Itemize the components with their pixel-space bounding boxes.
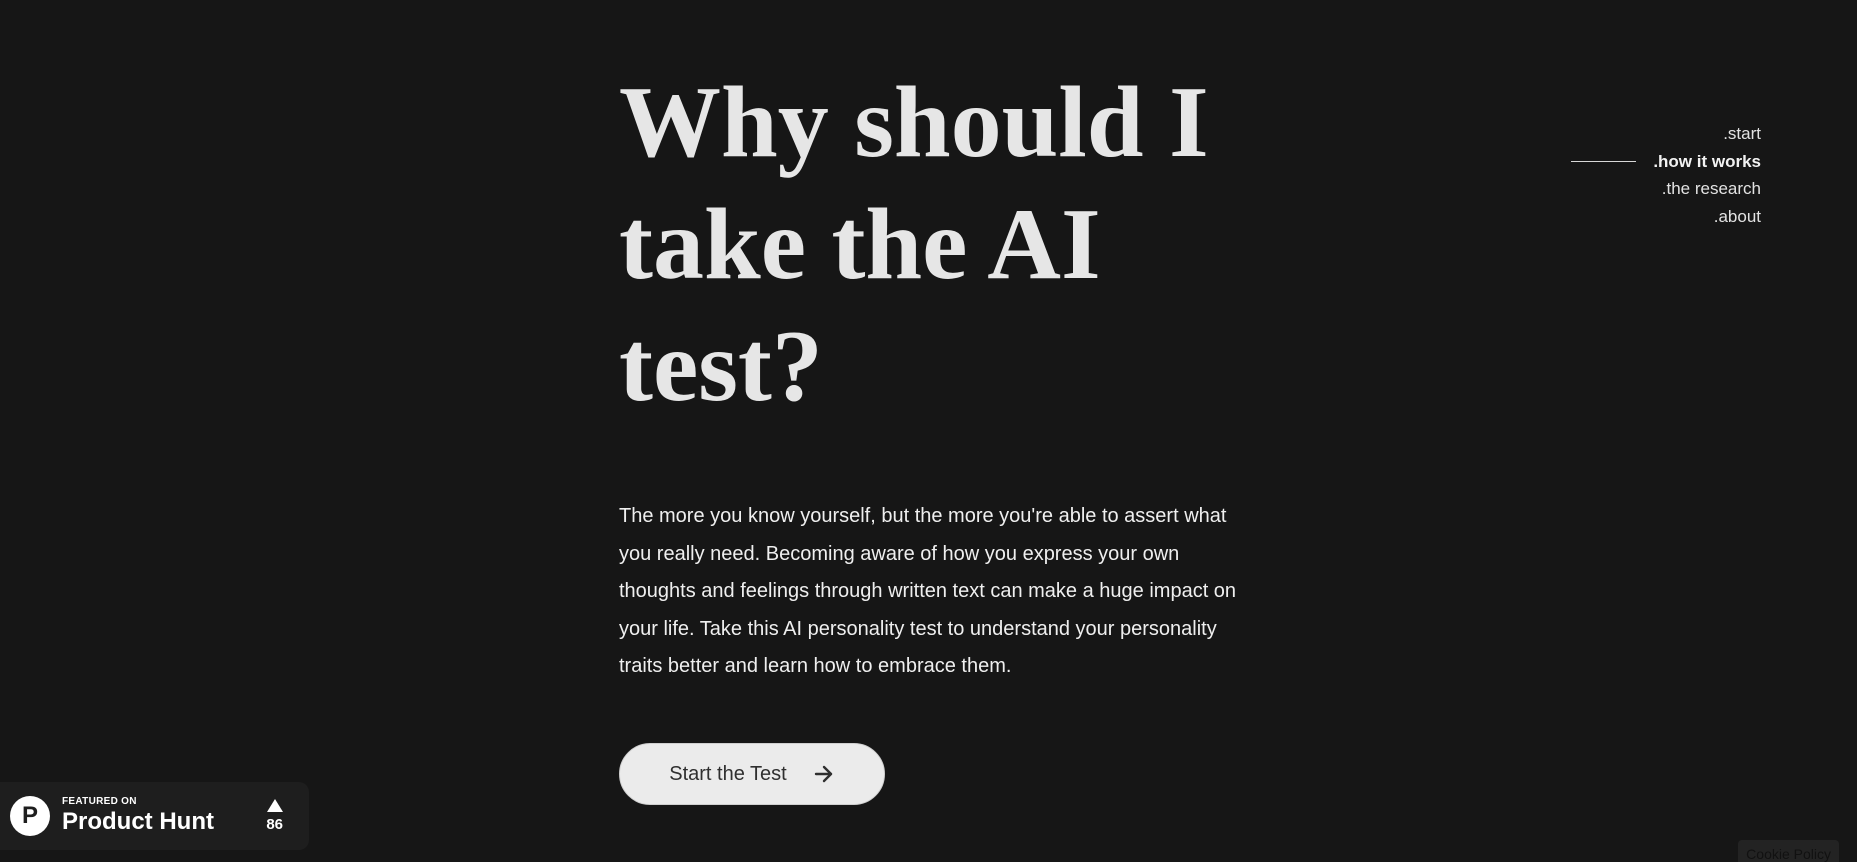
product-hunt-text: FEATURED ON Product Hunt [62,796,214,836]
product-hunt-vote-count: 86 [266,816,283,833]
nav-item-start[interactable]: .start [1653,120,1761,148]
intro-paragraph: The more you know yourself, but the more… [619,505,1237,677]
nav-item-about[interactable]: .about [1653,203,1761,231]
upvote-triangle-icon [266,799,283,812]
product-hunt-featured-label: FEATURED ON [62,796,137,807]
product-hunt-badge[interactable]: P FEATURED ON Product Hunt 86 [0,782,309,850]
nav-item-how-it-works-label: .how it works [1653,151,1761,171]
start-test-label: Start the Test [669,762,787,785]
product-hunt-votes: 86 [266,799,283,833]
active-indicator-line [1571,161,1636,163]
section-nav: .start .how it works .the research .abou… [1571,120,1761,231]
page-title: Why should I take the AI test? [619,66,1209,423]
arrow-right-icon [813,763,835,785]
product-hunt-logo-icon: P [10,796,50,836]
nav-item-the-research[interactable]: .the research [1653,175,1761,203]
start-test-button[interactable]: Start the Test [619,743,885,805]
product-hunt-name: Product Hunt [62,808,214,835]
cookie-policy-link[interactable]: Cookie Policy [1738,840,1839,862]
nav-item-how-it-works[interactable]: .how it works [1571,148,1761,176]
